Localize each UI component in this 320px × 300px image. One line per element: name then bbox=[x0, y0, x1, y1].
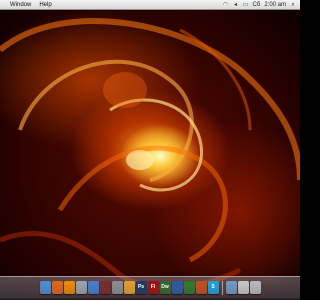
search-icon[interactable]: ⌕ bbox=[290, 2, 296, 8]
system-preferences-icon[interactable] bbox=[111, 281, 123, 294]
vlc-icon[interactable] bbox=[63, 281, 75, 294]
battery-icon[interactable]: ▭ bbox=[243, 2, 249, 8]
dreamweaver-icon[interactable]: Dw bbox=[159, 281, 171, 294]
powerpoint-icon[interactable] bbox=[195, 281, 207, 294]
menu-help[interactable]: Help bbox=[35, 0, 55, 10]
volume-icon[interactable]: ◂ bbox=[233, 2, 239, 8]
firefox-icon[interactable] bbox=[51, 281, 63, 294]
photo-booth-icon[interactable] bbox=[99, 281, 111, 294]
stack-icon[interactable] bbox=[237, 281, 249, 294]
flash-icon[interactable]: Fl bbox=[147, 281, 159, 294]
photoshop-icon[interactable]: Ps bbox=[135, 281, 147, 294]
finder-icon[interactable] bbox=[39, 281, 51, 294]
wifi-icon[interactable]: ◠ bbox=[223, 2, 229, 8]
mail-icon[interactable] bbox=[75, 281, 87, 294]
excel-icon[interactable] bbox=[183, 281, 195, 294]
word-icon[interactable] bbox=[171, 281, 183, 294]
folder-icon[interactable] bbox=[225, 281, 237, 294]
desktop-wallpaper bbox=[0, 10, 300, 300]
transmit-icon[interactable] bbox=[123, 281, 135, 294]
menu-bar: Window Help ◠ ◂ ▭ Сб 2:00 am ⌕ bbox=[0, 0, 300, 10]
menu-left: Window Help bbox=[0, 0, 56, 10]
language-indicator[interactable]: Сб bbox=[253, 0, 261, 10]
menu-window[interactable]: Window bbox=[6, 0, 35, 10]
menu-clock[interactable]: 2:00 am bbox=[264, 0, 286, 10]
dock: Ps Fl Dw S bbox=[0, 276, 300, 298]
skype-icon[interactable]: S bbox=[207, 281, 219, 294]
wallpaper-swirls bbox=[0, 18, 300, 291]
status-area: ◠ ◂ ▭ Сб 2:00 am ⌕ bbox=[223, 0, 300, 10]
trash-icon[interactable] bbox=[249, 281, 261, 294]
itunes-icon[interactable] bbox=[87, 281, 99, 294]
dock-separator bbox=[221, 280, 223, 295]
